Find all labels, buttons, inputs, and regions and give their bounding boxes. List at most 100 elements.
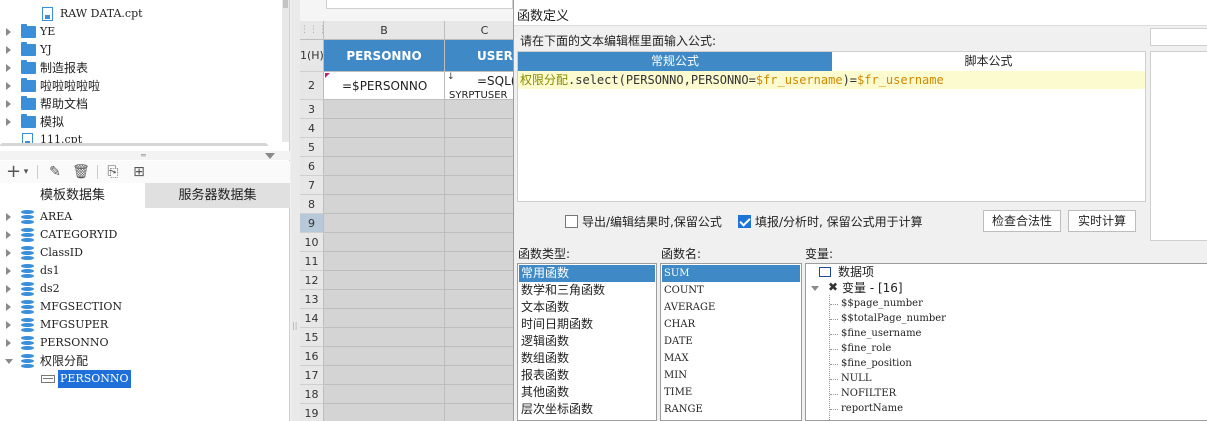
function-type-item[interactable]: 文本函数	[519, 299, 655, 316]
function-type-item[interactable]: 数学和三角函数	[519, 282, 655, 299]
grid-cell[interactable]	[324, 176, 445, 195]
cell-c1[interactable]: USERN	[445, 40, 513, 72]
dataset-item[interactable]: AREA	[0, 208, 288, 226]
variable-tree[interactable]: 数据项 ✖ 变量 - [16] $$page_number $$totalPage…	[805, 263, 1207, 421]
variable-item[interactable]: $$totalPage_number	[841, 311, 946, 326]
cell-c2[interactable]: =SQL( SYRPTUSER ↓	[445, 72, 513, 100]
row-header[interactable]: 10	[300, 233, 324, 252]
grid-cell[interactable]	[445, 271, 513, 290]
row-header-1[interactable]: 1(H)	[300, 40, 324, 72]
tree-item-lalala[interactable]: 啦啦啦啦啦	[0, 77, 280, 95]
grid-cell[interactable]	[324, 404, 445, 421]
grid-cell[interactable]	[445, 138, 513, 157]
grid-cell[interactable]	[324, 119, 445, 138]
realtime-calc-button[interactable]: 实时计算	[1068, 210, 1136, 232]
row-header[interactable]: 19	[300, 404, 324, 421]
tab-server-datasets[interactable]: 服务器数据集	[145, 183, 290, 208]
side-input[interactable]	[1150, 28, 1207, 46]
grid-cell[interactable]	[324, 252, 445, 271]
grid-cell[interactable]	[445, 366, 513, 385]
collapse-icon[interactable]	[265, 153, 275, 159]
dataset-item[interactable]: MFGSECTION	[0, 298, 288, 316]
expand-icon[interactable]	[6, 100, 11, 108]
function-name-item[interactable]: AVERAGE	[662, 299, 800, 316]
function-type-item[interactable]: 其他函数	[519, 384, 655, 401]
grid-cell[interactable]	[445, 176, 513, 195]
row-header[interactable]: 18	[300, 385, 324, 404]
function-type-item[interactable]: 数组函数	[519, 350, 655, 367]
grid-cell[interactable]	[445, 309, 513, 328]
row-header[interactable]: 11	[300, 252, 324, 271]
grid-cell[interactable]	[324, 138, 445, 157]
dataset-item[interactable]: CATEGORYID	[0, 226, 288, 244]
variable-item[interactable]: $fine_role	[841, 341, 891, 356]
dataset-item[interactable]: MFGSUPER	[0, 316, 288, 334]
preview-icon[interactable]: ⎘	[104, 162, 122, 182]
cell-b2[interactable]: =$PERSONNO	[324, 72, 445, 100]
function-name-item[interactable]: COUNT	[662, 282, 800, 299]
function-name-item[interactable]: DATE	[662, 333, 800, 350]
trash-icon[interactable]: 🗑	[72, 162, 90, 182]
collapse-icon[interactable]	[5, 359, 13, 364]
row-header[interactable]: 13	[300, 290, 324, 309]
grid-cell[interactable]	[445, 119, 513, 138]
grid-cell[interactable]	[324, 366, 445, 385]
function-type-item[interactable]: 常用函数	[519, 265, 655, 282]
grid-cell[interactable]	[445, 195, 513, 214]
tree-item-raw-data[interactable]: RAW DATA.cpt	[0, 5, 280, 23]
tree-vertical-scrollbar[interactable]	[282, 0, 289, 142]
collapse-icon[interactable]	[811, 286, 819, 291]
formula-text[interactable]: 权限分配.select(PERSONNO,PERSONNO=$fr_userna…	[518, 71, 1145, 89]
row-header[interactable]: 5	[300, 138, 324, 157]
grid-cell[interactable]	[445, 252, 513, 271]
expand-icon[interactable]	[6, 118, 11, 126]
function-type-list[interactable]: 常用函数 数学和三角函数 文本函数 时间日期函数 逻辑函数 数组函数 报表函数 其他函数 层次坐…	[517, 263, 657, 421]
add-dropdown-icon[interactable]: ▾	[21, 162, 31, 182]
grid-cell[interactable]	[445, 157, 513, 176]
tree-item-manufacturing-reports[interactable]: 制造报表	[0, 59, 280, 77]
row-header[interactable]: 12	[300, 271, 324, 290]
expand-icon[interactable]	[6, 285, 11, 293]
dataset-item[interactable]: PERSONNO	[0, 334, 288, 352]
expand-icon[interactable]	[6, 339, 11, 347]
row-header[interactable]: 15	[300, 328, 324, 347]
expand-icon[interactable]	[6, 231, 11, 239]
add-dataset-button[interactable]: +	[6, 162, 21, 182]
pencil-icon[interactable]: ✎	[46, 162, 64, 182]
formula-bar[interactable]	[326, 0, 513, 9]
expand-icon[interactable]	[6, 46, 11, 54]
dataset-item[interactable]: 权限分配	[0, 352, 288, 370]
dataset-item[interactable]: ds1	[0, 262, 288, 280]
function-name-item[interactable]: TIME	[662, 384, 800, 401]
tree-item-simulation[interactable]: 模拟	[0, 113, 280, 131]
variable-item[interactable]: reportName	[841, 401, 903, 416]
tree-item-yj[interactable]: YJ	[0, 41, 280, 59]
column-header-c[interactable]: C	[445, 21, 513, 40]
grid-cell[interactable]	[324, 328, 445, 347]
tab-script-formula[interactable]: 脚本公式	[832, 52, 1145, 71]
panel-splitter[interactable]: ═	[0, 151, 290, 160]
expand-icon[interactable]	[6, 303, 11, 311]
function-name-list[interactable]: SUM COUNT AVERAGE CHAR DATE MAX MIN TIME RANGE	[660, 263, 802, 421]
function-name-item[interactable]: MIN	[662, 367, 800, 384]
function-type-item[interactable]: 时间日期函数	[519, 316, 655, 333]
table-settings-icon[interactable]: ⊞	[130, 162, 148, 182]
grid-cell[interactable]	[324, 385, 445, 404]
row-header[interactable]: 9	[300, 214, 324, 233]
row-header[interactable]: 14	[300, 309, 324, 328]
dialog-titlebar[interactable]: 函数定义	[514, 0, 1207, 26]
grid-cell[interactable]	[324, 233, 445, 252]
variable-item[interactable]: $$page_number	[841, 296, 923, 311]
grid-cell[interactable]	[324, 214, 445, 233]
grid-cell[interactable]	[324, 100, 445, 119]
row-header[interactable]: 7	[300, 176, 324, 195]
expand-icon[interactable]	[6, 82, 11, 90]
check-validity-button[interactable]: 检查合法性	[983, 210, 1061, 232]
function-name-item[interactable]: MAX	[662, 350, 800, 367]
tree-item-ye[interactable]: YE	[0, 23, 280, 41]
sheet-corner[interactable]: ⋮⋮⋮	[300, 21, 327, 40]
dataset-field-item[interactable]: PERSONNO	[0, 370, 288, 388]
function-type-item[interactable]: 层次坐标函数	[519, 401, 655, 418]
grid-cell[interactable]	[324, 290, 445, 309]
grid-cell[interactable]	[324, 309, 445, 328]
